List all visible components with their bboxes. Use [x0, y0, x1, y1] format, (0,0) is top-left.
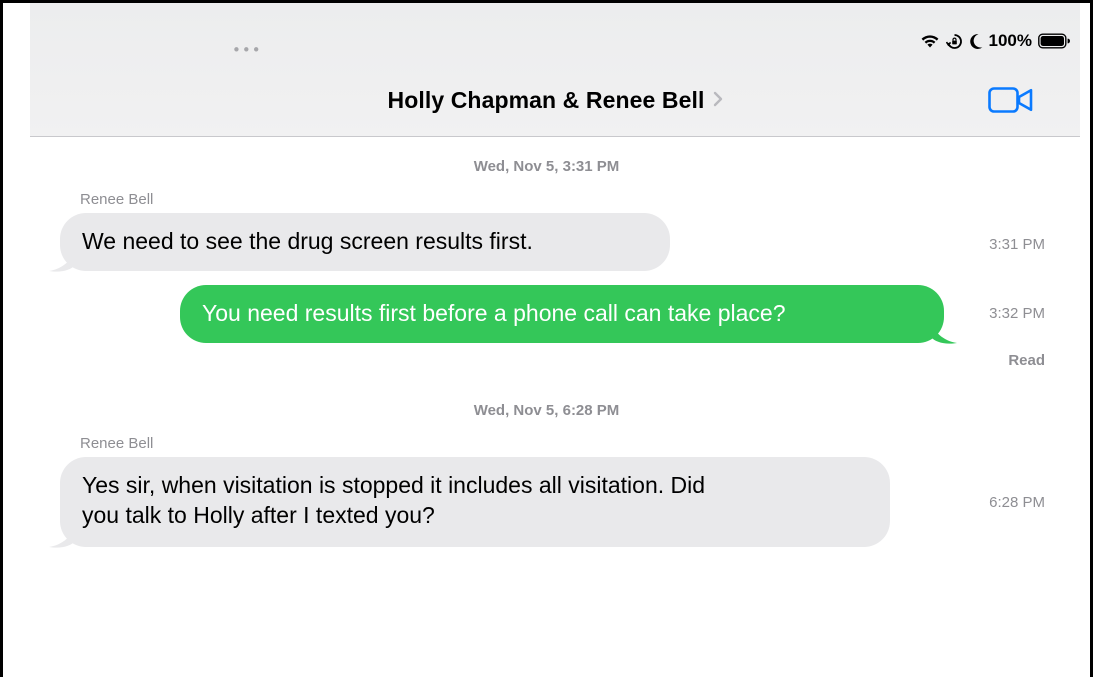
messages-window: ••• 100% Holly Chapman & Renee Bell Wed,… [3, 3, 1090, 677]
conversation-title: Holly Chapman & Renee Bell [387, 87, 705, 113]
message-time: 3:31 PM [989, 236, 1045, 253]
conversation-timestamp: Wed, Nov 5, 3:31 PM [473, 158, 620, 175]
conversation-timestamp: Wed, Nov 5, 6:28 PM [473, 402, 620, 419]
message-time: 3:32 PM [989, 305, 1045, 322]
video-camera-icon [988, 87, 1033, 113]
message-time: 6:28 PM [989, 494, 1045, 511]
battery-percent: 100% [988, 31, 1032, 50]
multitasking-dots[interactable]: ••• [232, 41, 262, 59]
message-bubble-incoming[interactable]: We need to see the drug screen results f… [60, 213, 670, 271]
message-bubble-outgoing[interactable]: You need results first before a phone ca… [180, 285, 944, 343]
chevron-right-icon [713, 91, 723, 112]
battery-icon [1038, 33, 1070, 49]
message-bubble-incoming[interactable]: Yes sir, when visitation is stopped it i… [60, 457, 890, 547]
video-call-button[interactable] [988, 87, 1034, 118]
read-receipt: Read [1008, 352, 1045, 369]
conversation-header: ••• 100% Holly Chapman & Renee Bell [30, 3, 1080, 137]
status-bar: 100% [920, 28, 1070, 54]
wifi-icon [920, 33, 940, 49]
message-line: you talk to Holly after I texted you? [82, 502, 435, 528]
orientation-lock-icon [945, 33, 963, 50]
sender-name: Renee Bell [80, 435, 154, 452]
conversation-title-button[interactable]: Holly Chapman & Renee Bell [30, 87, 1080, 114]
sender-name: Renee Bell [80, 191, 154, 208]
message-line: Yes sir, when visitation is stopped it i… [82, 472, 706, 498]
moon-icon [969, 33, 983, 50]
